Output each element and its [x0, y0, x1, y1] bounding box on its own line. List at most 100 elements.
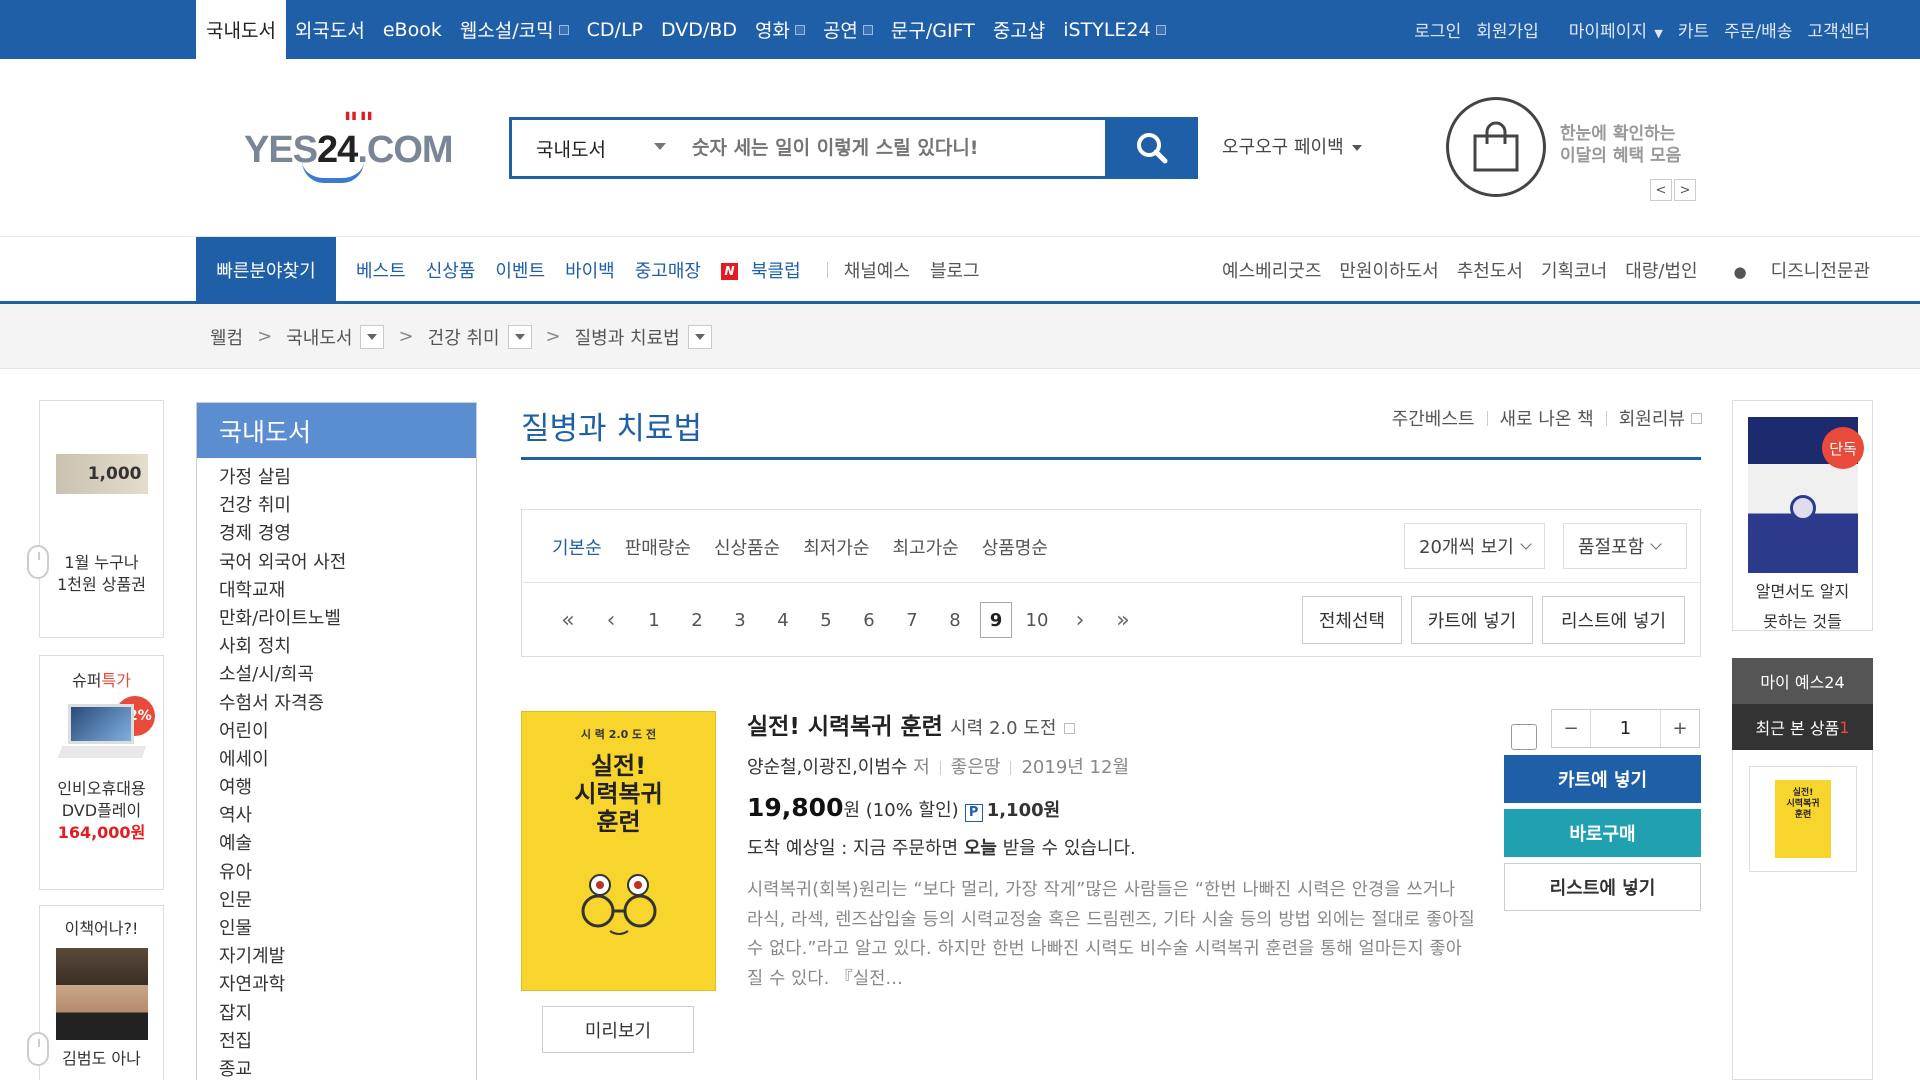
- page-10[interactable]: 10: [1019, 602, 1055, 638]
- recent-item-thumbnail[interactable]: 실전! 시력복귀 훈련: [1749, 766, 1857, 872]
- category-item[interactable]: 역사: [219, 802, 476, 830]
- category-item[interactable]: 가정 살림: [219, 464, 476, 492]
- nav-event[interactable]: 이벤트: [495, 257, 545, 283]
- nav-used-store[interactable]: 중고매장: [635, 257, 701, 283]
- nav-blog[interactable]: 블로그: [930, 257, 980, 283]
- prev-arrow-button[interactable]: <: [1650, 179, 1672, 201]
- nav-recommended[interactable]: 추천도서: [1457, 257, 1523, 283]
- next-arrow-button[interactable]: >: [1674, 179, 1696, 201]
- left-banner-super-deal[interactable]: 슈퍼특가 12% 인비오휴대용 DVD플레이 164,000원: [39, 655, 164, 890]
- category-item[interactable]: 예술: [219, 830, 476, 858]
- add-to-list-bulk-button[interactable]: 리스트에 넣기: [1542, 596, 1685, 644]
- page-4[interactable]: 4: [765, 602, 801, 638]
- first-page-button[interactable]: «: [550, 602, 586, 638]
- quantity-decrease-button[interactable]: −: [1552, 710, 1590, 747]
- last-page-button[interactable]: »: [1105, 602, 1141, 638]
- quick-category-button[interactable]: 빠른분야찾기: [196, 237, 336, 302]
- customer-center-link[interactable]: 고객센터: [1807, 17, 1870, 42]
- stock-filter-select[interactable]: 품절포함: [1563, 523, 1687, 569]
- page-5[interactable]: 5: [808, 602, 844, 638]
- nav-buyback[interactable]: 바이백: [565, 257, 615, 283]
- page-6[interactable]: 6: [851, 602, 887, 638]
- nav-under-10000[interactable]: 만원이하도서: [1339, 257, 1438, 283]
- nav-bookclub[interactable]: N 북클럽: [721, 257, 811, 283]
- next-page-button[interactable]: ›: [1062, 602, 1098, 638]
- mypage-link[interactable]: 마이페이지 ▼: [1554, 17, 1663, 42]
- gnb-tab-movie[interactable]: 영화: [746, 0, 814, 59]
- page-3[interactable]: 3: [722, 602, 758, 638]
- category-item[interactable]: 대학교재: [219, 577, 476, 605]
- gnb-tab-performance[interactable]: 공연: [814, 0, 882, 59]
- gnb-tab-foreign-books[interactable]: 외국도서: [286, 0, 374, 59]
- member-review-link[interactable]: 회원리뷰: [1619, 405, 1685, 431]
- product-publisher[interactable]: 좋은땅: [951, 757, 1001, 778]
- nav-goods[interactable]: 예스베리굿즈: [1222, 257, 1321, 283]
- my-yes24-button[interactable]: 마이 예스24: [1732, 658, 1873, 704]
- right-banner-book[interactable]: 단독 알면서도 알지 못하는 것들: [1732, 400, 1873, 631]
- gnb-tab-domestic-books[interactable]: 국내도서: [196, 0, 286, 59]
- category-item[interactable]: 인물: [219, 915, 476, 943]
- per-page-select[interactable]: 20개씩 보기: [1404, 523, 1545, 569]
- nav-disney[interactable]: ● 디즈니전문관: [1716, 257, 1870, 283]
- category-item[interactable]: 여행: [219, 774, 476, 802]
- gnb-tab-ebook[interactable]: eBook: [374, 0, 451, 59]
- category-item[interactable]: 만화/라이트노벨: [219, 605, 476, 633]
- buy-now-button[interactable]: 바로구매: [1504, 809, 1701, 857]
- sort-sales[interactable]: 판매량순: [625, 534, 691, 560]
- cart-link[interactable]: 카트: [1678, 17, 1709, 42]
- page-7[interactable]: 7: [894, 602, 930, 638]
- breadcrumb-level1-dropdown[interactable]: [360, 324, 385, 349]
- payback-dropdown[interactable]: 오구오구 페이백: [1222, 133, 1362, 159]
- preview-button[interactable]: 미리보기: [542, 1006, 694, 1053]
- search-input[interactable]: [682, 120, 1112, 176]
- gnb-tab-istyle24[interactable]: iSTYLE24: [1054, 0, 1174, 59]
- category-item[interactable]: 어린이: [219, 718, 476, 746]
- breadcrumb-level2[interactable]: 건강 취미: [428, 324, 500, 350]
- category-item[interactable]: 사회 정치: [219, 633, 476, 661]
- left-banner-author[interactable]: 이책어나?! 김범도 아나: [39, 905, 164, 1080]
- category-item[interactable]: 수험서 자격증: [219, 690, 476, 718]
- category-item[interactable]: 잡지: [219, 1000, 476, 1028]
- category-item[interactable]: 경제 경영: [219, 520, 476, 548]
- page-8[interactable]: 8: [937, 602, 973, 638]
- benefit-bag-icon[interactable]: [1446, 97, 1546, 197]
- breadcrumb-level3-dropdown[interactable]: [687, 324, 712, 349]
- order-delivery-link[interactable]: 주문/배송: [1724, 17, 1792, 42]
- product-select-checkbox[interactable]: [1511, 724, 1537, 750]
- search-button[interactable]: [1105, 117, 1198, 179]
- category-item[interactable]: 자연과학: [219, 971, 476, 999]
- benefit-text[interactable]: 한눈에 확인하는 이달의 혜택 모음: [1560, 123, 1700, 167]
- gnb-tab-cdlp[interactable]: CD/LP: [578, 0, 652, 59]
- category-sidebar-title[interactable]: 국내도서: [197, 403, 476, 458]
- prev-page-button[interactable]: ‹: [593, 602, 629, 638]
- nav-channel-yes[interactable]: 채널예스: [844, 257, 910, 283]
- sort-newest[interactable]: 신상품순: [714, 534, 780, 560]
- recent-items-tab[interactable]: 최근 본 상품 1: [1732, 704, 1873, 750]
- sort-default[interactable]: 기본순: [552, 534, 602, 560]
- nav-bulk-corporate[interactable]: 대량/법인: [1625, 257, 1697, 283]
- gnb-tab-dvdbd[interactable]: DVD/BD: [652, 0, 746, 59]
- nav-new[interactable]: 신상품: [426, 257, 476, 283]
- breadcrumb-level1[interactable]: 국내도서: [286, 324, 352, 350]
- new-window-icon[interactable]: [1064, 723, 1076, 734]
- page-2[interactable]: 2: [679, 602, 715, 638]
- sort-name[interactable]: 상품명순: [982, 534, 1048, 560]
- quantity-value[interactable]: 1: [1590, 710, 1661, 747]
- add-to-cart-bulk-button[interactable]: 카트에 넣기: [1411, 596, 1533, 644]
- gnb-tab-webnovel[interactable]: 웹소설/코믹: [451, 0, 578, 59]
- category-item[interactable]: 전집: [219, 1028, 476, 1056]
- page-9-current[interactable]: 9: [980, 602, 1012, 638]
- category-item[interactable]: 국어 외국어 사전: [219, 549, 476, 577]
- weekly-best-link[interactable]: 주간베스트: [1392, 405, 1475, 431]
- login-link[interactable]: 로그인: [1414, 17, 1461, 42]
- breadcrumb-level2-dropdown[interactable]: [507, 324, 532, 349]
- product-title[interactable]: 실전! 시력복귀 훈련: [747, 714, 943, 740]
- quantity-increase-button[interactable]: +: [1661, 710, 1699, 747]
- page-1[interactable]: 1: [636, 602, 672, 638]
- sort-lowest-price[interactable]: 최저가순: [803, 534, 869, 560]
- breadcrumb-level3[interactable]: 질병과 치료법: [575, 324, 680, 350]
- gnb-tab-used-shop[interactable]: 중고샵: [984, 0, 1054, 59]
- product-authors[interactable]: 양순철,이광진,이범수: [747, 757, 907, 778]
- category-item[interactable]: 유아: [219, 859, 476, 887]
- category-item[interactable]: 인문: [219, 887, 476, 915]
